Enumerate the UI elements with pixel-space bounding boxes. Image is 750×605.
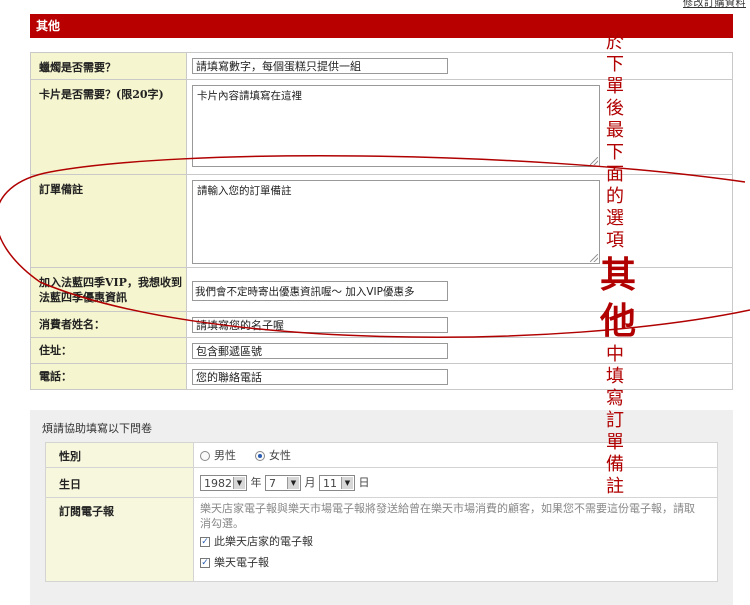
annotation-char: 單 <box>606 432 624 453</box>
male-radio[interactable] <box>200 451 210 461</box>
survey-title: 煩請協助填寫以下問卷 <box>42 422 152 435</box>
day-value: 11 <box>323 477 337 490</box>
vip-label: 加入法藍四季VIP，我想收到法藍四季優惠資訊 <box>30 267 187 312</box>
annotation-char: 備 <box>606 454 624 475</box>
store-newsletter-label: 此樂天店家的電子報 <box>214 535 313 548</box>
month-unit: 月 <box>304 476 316 489</box>
resize-grip-icon[interactable] <box>590 254 598 262</box>
newsletter-row: 訂閱電子報 樂天店家電子報與樂天市場電子報將發送給曾在樂天市場消費的顧客，如果您… <box>45 497 718 582</box>
annotation-char: 下 <box>606 54 624 75</box>
female-radio[interactable] <box>255 451 265 461</box>
annotation-char: 最 <box>606 120 624 141</box>
gender-label: 性別 <box>45 442 194 468</box>
edit-order-link[interactable]: 修改訂購資料 <box>683 0 746 9</box>
candles-input[interactable]: 請填寫數字，每個蛋糕只提供一組 <box>192 58 448 74</box>
chevron-down-icon: ▼ <box>287 477 299 489</box>
rakuten-newsletter-label: 樂天電子報 <box>214 556 269 569</box>
month-select[interactable]: 7 ▼ <box>265 475 301 491</box>
newsletter-description: 樂天店家電子報與樂天市場電子報將發送給曾在樂天市場消費的顧客，如果您不需要這份電… <box>200 502 695 530</box>
order-note-label: 訂單備註 <box>30 174 187 268</box>
annotation-char: 中 <box>606 344 624 365</box>
card-placeholder: 卡片內容請填寫在這裡 <box>197 90 302 102</box>
annotation-char: 選 <box>606 208 624 229</box>
store-newsletter-checkbox[interactable]: ✓ <box>200 537 210 547</box>
annotation-text: 於 下 單 後 最 下 面 的 選 項 其 他 中 填 寫 訂 單 備 註 <box>600 32 637 498</box>
annotation-char: 後 <box>606 98 624 119</box>
address-input[interactable]: 包含郵遞區號 <box>192 343 448 359</box>
card-textarea[interactable]: 卡片內容請填寫在這裡 <box>192 85 600 167</box>
annotation-char: 訂 <box>606 410 624 431</box>
day-select[interactable]: 11 ▼ <box>319 475 355 491</box>
annotation-char: 項 <box>606 230 624 251</box>
annotation-char: 填 <box>606 366 624 387</box>
resize-grip-icon[interactable] <box>590 157 598 165</box>
newsletter-label: 訂閱電子報 <box>45 497 194 582</box>
name-label: 消費者姓名： <box>30 311 187 338</box>
birthday-label: 生日 <box>45 467 194 498</box>
vip-input[interactable]: 我們會不定時寄出優惠資訊喔～ 加入VIP優惠多 <box>192 281 448 301</box>
annotation-char: 面 <box>606 164 624 185</box>
card-label: 卡片是否需要？(限20字) <box>30 79 187 175</box>
chevron-down-icon: ▼ <box>233 477 245 489</box>
annotation-char: 註 <box>606 476 624 497</box>
annotation-char: 下 <box>606 142 624 163</box>
annotation-char: 的 <box>606 186 624 207</box>
year-value: 1982 <box>204 477 232 490</box>
phone-input[interactable]: 您的聯絡電話 <box>192 369 448 385</box>
annotation-char: 他 <box>600 300 637 342</box>
phone-label: 電話： <box>30 363 187 390</box>
chevron-down-icon: ▼ <box>341 477 353 489</box>
month-value: 7 <box>269 477 276 490</box>
address-label: 住址： <box>30 337 187 364</box>
year-unit: 年 <box>250 476 262 489</box>
order-note-textarea[interactable]: 請輸入您的訂單備註 <box>192 180 600 264</box>
day-unit: 日 <box>358 476 370 489</box>
candles-label: 蠟燭是否需要？ <box>30 52 187 80</box>
name-input[interactable]: 請填寫您的名子喔 <box>192 317 448 333</box>
rakuten-newsletter-checkbox[interactable]: ✓ <box>200 558 210 568</box>
male-label: 男性 <box>214 449 236 462</box>
annotation-char: 其 <box>600 254 637 296</box>
order-note-placeholder: 請輸入您的訂單備註 <box>197 185 292 197</box>
annotation-char: 寫 <box>606 388 624 409</box>
annotation-char: 於 <box>606 32 624 53</box>
female-label: 女性 <box>269 449 291 462</box>
annotation-char: 單 <box>606 76 624 97</box>
year-select[interactable]: 1982 ▼ <box>200 475 247 491</box>
